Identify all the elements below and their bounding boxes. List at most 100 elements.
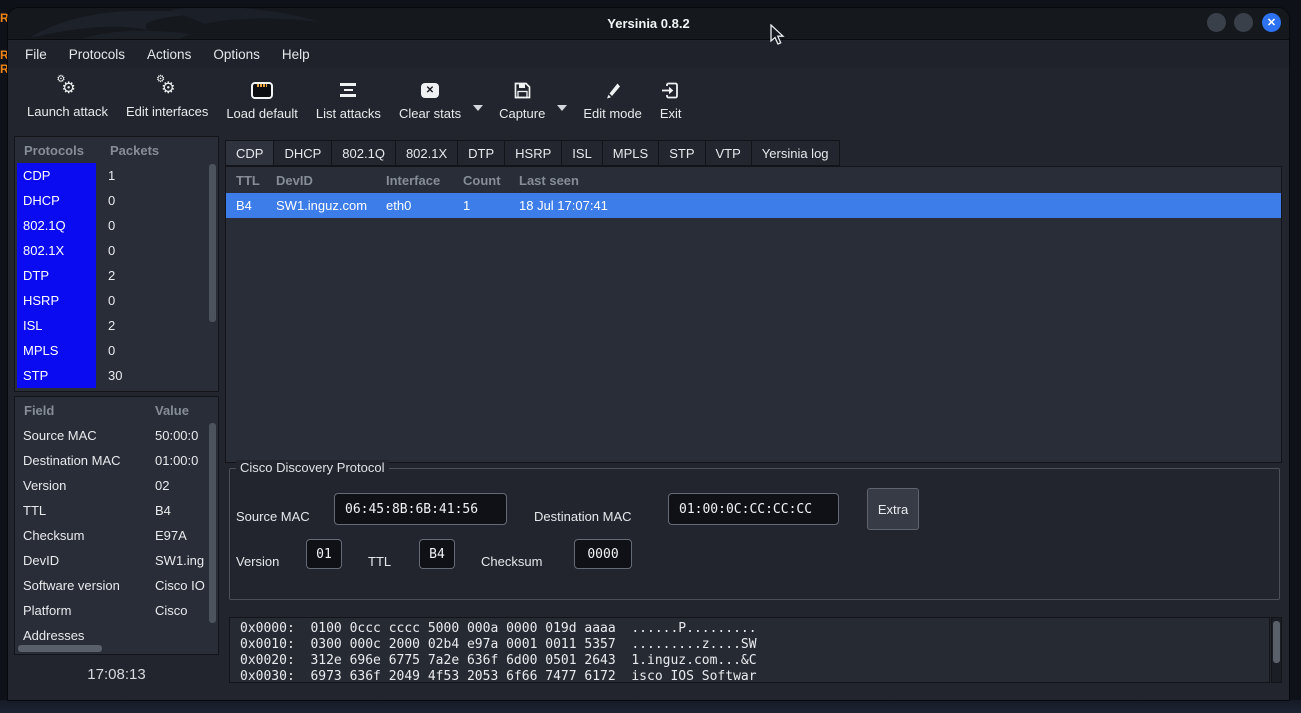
field-row[interactable]: PlatformCisco xyxy=(15,598,218,623)
tab-yersinia-log[interactable]: Yersinia log xyxy=(751,140,840,166)
interface-column-header[interactable]: Interface xyxy=(386,173,463,188)
maximize-button[interactable] xyxy=(1234,13,1253,32)
protocol-row[interactable]: 802.1X0 xyxy=(15,238,218,263)
devid-column-header[interactable]: DevID xyxy=(276,173,386,188)
menu-protocols[interactable]: Protocols xyxy=(68,45,126,64)
protocol-row[interactable]: DHCP0 xyxy=(15,188,218,213)
list-icon xyxy=(340,77,356,103)
cdp-packets-table: TTL DevID Interface Count Last seen B4 S… xyxy=(225,166,1282,463)
packet-count: 0 xyxy=(96,188,115,213)
field-row[interactable]: DevIDSW1.ing xyxy=(15,548,218,573)
field-name: TTL xyxy=(15,503,146,518)
menubar: File Protocols Actions Options Help xyxy=(8,41,1289,68)
extra-button[interactable]: Extra xyxy=(867,488,919,530)
fields-horizontal-scrollbar[interactable] xyxy=(18,645,210,652)
gears-icon: ⚙⚙ xyxy=(156,77,178,101)
count-column-header[interactable]: Count xyxy=(463,173,519,188)
field-row[interactable]: ChecksumE97A xyxy=(15,523,218,548)
cell-last-seen: 18 Jul 17:07:41 xyxy=(519,198,1281,213)
hex-line: 0x0000: 0100 0ccc cccc 5000 000a 0000 01… xyxy=(240,621,1269,637)
fields-panel: Field Value Source MAC50:00:0 Destinatio… xyxy=(14,396,219,655)
field-column-header[interactable]: Field xyxy=(15,403,146,418)
menu-actions[interactable]: Actions xyxy=(146,45,192,64)
protocol-name: HSRP xyxy=(17,288,96,313)
packet-count: 1 xyxy=(96,163,115,188)
protocol-name: DTP xyxy=(17,263,96,288)
edit-interfaces-button[interactable]: ⚙⚙ Edit interfaces xyxy=(117,75,217,121)
protocol-row[interactable]: ISL2 xyxy=(15,313,218,338)
clock: 17:08:13 xyxy=(14,666,219,683)
cdp-form: Cisco Discovery Protocol Source MAC Dest… xyxy=(229,468,1280,600)
protocol-row[interactable]: HSRP0 xyxy=(15,288,218,313)
exit-label: Exit xyxy=(660,106,682,121)
launch-attack-button[interactable]: ⚙⚙ Launch attack xyxy=(18,75,117,121)
ttl-input[interactable] xyxy=(419,539,455,569)
tab-8021x[interactable]: 802.1X xyxy=(395,140,457,166)
load-default-button[interactable]: Load default xyxy=(217,75,307,123)
edit-mode-button[interactable]: Edit mode xyxy=(574,75,651,123)
packet-count: 2 xyxy=(96,263,115,288)
protocol-row[interactable]: 802.1Q0 xyxy=(15,213,218,238)
protocol-row[interactable]: DTP2 xyxy=(15,263,218,288)
field-name: Software version xyxy=(15,578,146,593)
table-row[interactable]: B4 SW1.inguz.com eth0 1 18 Jul 17:07:41 xyxy=(226,193,1281,218)
desktop-wallpaper-text: RI xyxy=(0,48,8,62)
protocols-column-header[interactable]: Protocols xyxy=(15,143,103,158)
list-attacks-button[interactable]: List attacks xyxy=(307,75,390,123)
field-row[interactable]: Source MAC50:00:0 xyxy=(15,423,218,448)
protocol-row[interactable]: STP30 xyxy=(15,363,218,388)
tab-vtp[interactable]: VTP xyxy=(705,140,751,166)
menu-options[interactable]: Options xyxy=(212,45,261,64)
menu-file[interactable]: File xyxy=(24,45,48,64)
close-button[interactable]: ✕ xyxy=(1262,13,1281,32)
clear-stats-button[interactable]: ✕ Clear stats xyxy=(390,75,470,123)
floppy-disk-icon xyxy=(513,77,532,103)
pencil-icon xyxy=(603,77,622,103)
exit-button[interactable]: Exit xyxy=(651,75,691,123)
capture-dropdown-arrow[interactable] xyxy=(557,105,567,111)
menu-help[interactable]: Help xyxy=(281,45,311,64)
protocols-table-header: Protocols Packets xyxy=(15,137,218,163)
fields-vertical-scrollbar[interactable] xyxy=(209,423,216,642)
protocol-name: ISL xyxy=(17,313,96,338)
protocol-row[interactable]: CDP1 xyxy=(15,163,218,188)
checksum-input[interactable] xyxy=(574,539,632,569)
destination-mac-label: Destination MAC xyxy=(534,509,632,524)
hex-dump-view[interactable]: 0x0000: 0100 0ccc cccc 5000 000a 0000 01… xyxy=(229,617,1270,683)
protocol-name: STP xyxy=(17,363,96,388)
tab-8021q[interactable]: 802.1Q xyxy=(331,140,395,166)
version-input[interactable] xyxy=(306,539,342,569)
minimize-button[interactable] xyxy=(1207,13,1226,32)
capture-button[interactable]: Capture xyxy=(490,75,554,123)
field-value: Cisco IO xyxy=(146,578,208,593)
hex-line: 0x0010: 0300 000c 2000 02b4 e97a 0001 00… xyxy=(240,637,1269,653)
tab-dhcp[interactable]: DHCP xyxy=(273,140,331,166)
clear-stats-dropdown-arrow[interactable] xyxy=(473,105,483,111)
protocol-row[interactable]: MPLS0 xyxy=(15,338,218,363)
protocols-scrollbar[interactable] xyxy=(209,164,216,387)
cell-interface: eth0 xyxy=(386,198,463,213)
destination-mac-input[interactable] xyxy=(668,493,839,525)
tab-isl[interactable]: ISL xyxy=(561,140,602,166)
field-row[interactable]: TTLB4 xyxy=(15,498,218,523)
ttl-column-header[interactable]: TTL xyxy=(236,173,276,188)
field-value: 02 xyxy=(146,478,208,493)
capture-label: Capture xyxy=(499,106,545,121)
field-row[interactable]: Version02 xyxy=(15,473,218,498)
tab-hsrp[interactable]: HSRP xyxy=(504,140,561,166)
list-attacks-label: List attacks xyxy=(316,106,381,121)
tab-mpls[interactable]: MPLS xyxy=(602,140,658,166)
tab-stp[interactable]: STP xyxy=(658,140,704,166)
last-seen-column-header[interactable]: Last seen xyxy=(519,173,1281,188)
source-mac-input[interactable] xyxy=(334,493,507,525)
hex-dump-scrollbar[interactable] xyxy=(1271,617,1282,683)
cell-devid: SW1.inguz.com xyxy=(276,198,386,213)
titlebar[interactable]: Yersinia 0.8.2 ✕ xyxy=(8,8,1289,40)
window-title: Yersinia 0.8.2 xyxy=(8,16,1289,31)
field-row[interactable]: Destination MAC01:00:0 xyxy=(15,448,218,473)
tab-dtp[interactable]: DTP xyxy=(457,140,504,166)
value-column-header[interactable]: Value xyxy=(146,403,189,418)
tab-cdp[interactable]: CDP xyxy=(225,140,273,166)
packets-column-header[interactable]: Packets xyxy=(103,143,159,158)
field-row[interactable]: Software versionCisco IO xyxy=(15,573,218,598)
